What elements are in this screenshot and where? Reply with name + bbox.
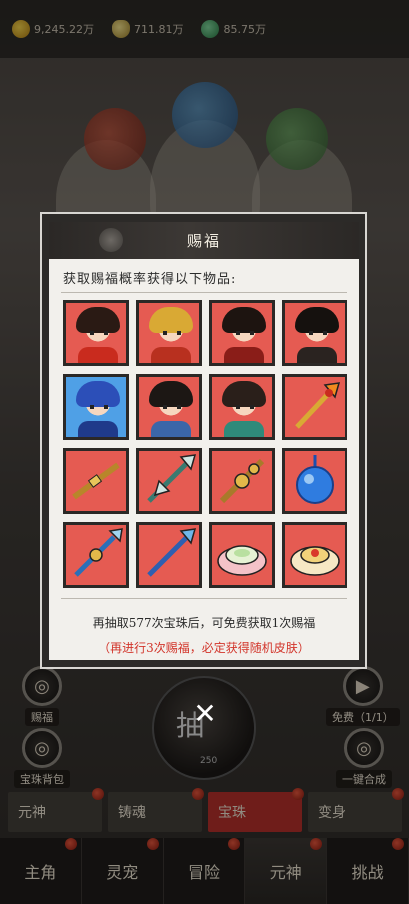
- hair-shape: [222, 381, 266, 407]
- blessing-modal: 赐福 获取赐福概率获得以下物品: 再抽取577次宝珠后，可免费获取1次赐福 （再…: [40, 212, 367, 669]
- goddess-avatar[interactable]: [209, 374, 275, 440]
- red-warrior-avatar[interactable]: [63, 300, 129, 366]
- body-shape: [297, 347, 337, 363]
- dark-hair-avatar[interactable]: [282, 300, 347, 366]
- fire-spear-icon[interactable]: [282, 374, 347, 440]
- eyes-shape: [236, 405, 254, 409]
- close-button[interactable]: ✕: [190, 697, 220, 730]
- body-shape: [78, 421, 118, 437]
- divider: [61, 292, 347, 293]
- body-shape: [224, 347, 264, 363]
- eyes-shape: [163, 331, 181, 335]
- reward-grid: [63, 300, 347, 594]
- hair-shape: [295, 307, 339, 333]
- halberd-shape: [147, 454, 197, 503]
- cloud-seat-shape: [290, 546, 340, 576]
- free-blessing-info: 再抽取577次宝珠后，可免费获取1次赐福: [92, 616, 316, 630]
- mace-icon[interactable]: [209, 448, 275, 514]
- jade-spear-icon[interactable]: [63, 522, 129, 588]
- modal-header: 赐福: [49, 222, 359, 259]
- eyes-shape: [309, 331, 327, 335]
- third-eye-avatar[interactable]: [209, 300, 275, 366]
- halberd-icon[interactable]: [136, 448, 202, 514]
- eyes-shape: [163, 405, 181, 409]
- modal-title: 赐福: [186, 232, 221, 250]
- close-icon: ✕: [193, 696, 217, 730]
- blue-orb-icon[interactable]: [282, 448, 347, 514]
- guaranteed-skin-hint: （再进行3次赐福，必定获得随机皮肤）: [98, 641, 310, 655]
- body-shape: [151, 347, 191, 363]
- trident-shape: [147, 528, 197, 577]
- lotus-seat-icon[interactable]: [209, 522, 275, 588]
- eyes-shape: [236, 331, 254, 335]
- modal-body: 赐福 获取赐福概率获得以下物品: 再抽取577次宝珠后，可免费获取1次赐福 （再…: [49, 222, 359, 660]
- golden-staff-icon[interactable]: [63, 448, 129, 514]
- eyes-shape: [90, 331, 108, 335]
- armored-general-avatar[interactable]: [136, 374, 202, 440]
- blue-orb-shape: [296, 455, 334, 504]
- fire-spear-shape: [295, 382, 341, 429]
- body-shape: [224, 421, 264, 437]
- crown-shape: [149, 307, 193, 333]
- moon-icon: [99, 228, 123, 252]
- jade-spear-shape: [74, 528, 123, 577]
- eyes-shape: [90, 405, 108, 409]
- hair-shape: [76, 381, 120, 407]
- mace-shape: [219, 458, 265, 504]
- lotus-seat-shape: [217, 545, 267, 576]
- golden-staff-shape: [72, 462, 120, 500]
- body-shape: [151, 421, 191, 437]
- modal-description: 获取赐福概率获得以下物品:: [63, 272, 237, 287]
- hair-shape: [76, 307, 120, 333]
- body-shape: [78, 347, 118, 363]
- cloud-seat-icon[interactable]: [282, 522, 347, 588]
- dragon-prince-avatar[interactable]: [63, 374, 129, 440]
- monkey-king-avatar[interactable]: [136, 300, 202, 366]
- trident-icon[interactable]: [136, 522, 202, 588]
- hair-shape: [222, 307, 266, 333]
- hair-shape: [149, 381, 193, 407]
- divider: [61, 598, 347, 599]
